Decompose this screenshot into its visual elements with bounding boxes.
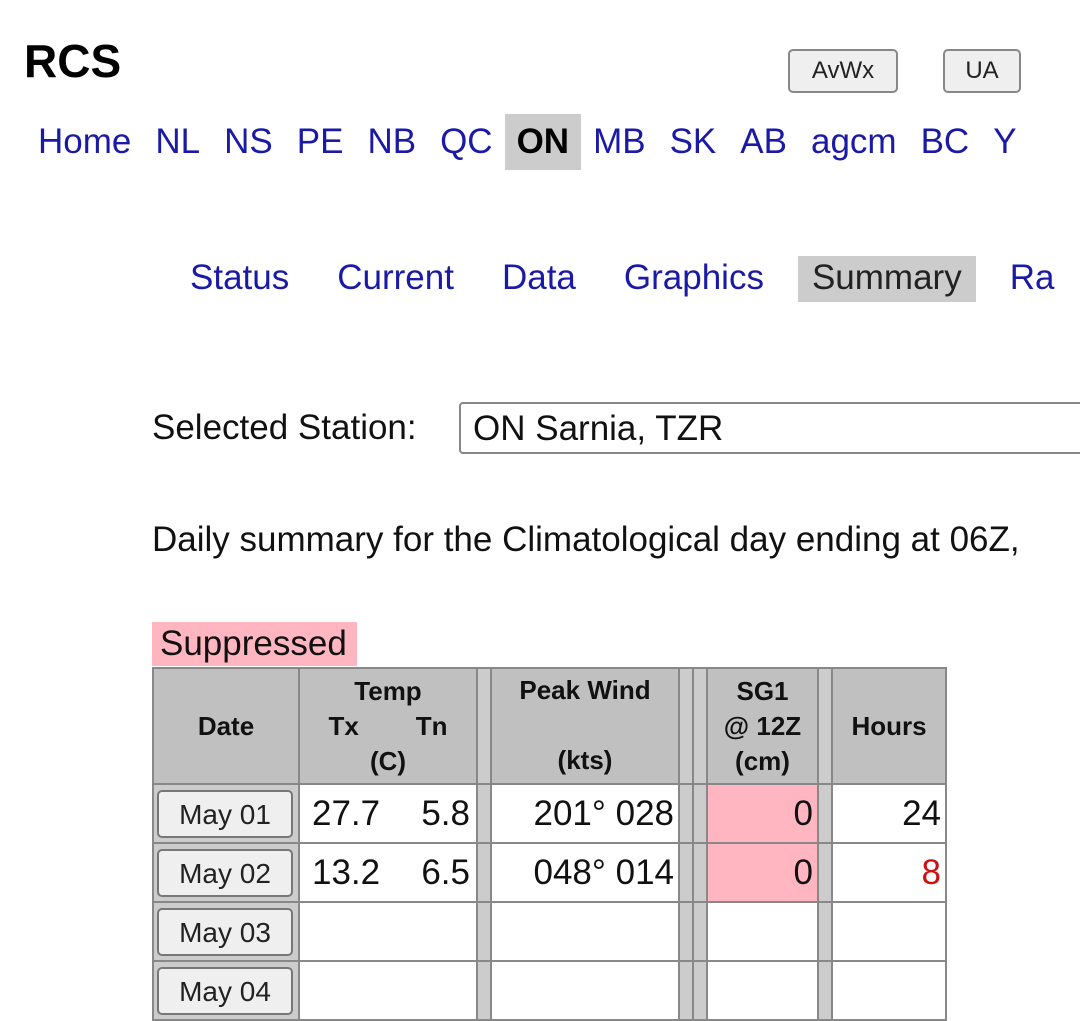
nav-qc[interactable]: QC [428,114,505,170]
nav-nl[interactable]: NL [143,114,212,170]
spacer [678,667,694,785]
summary-description: Daily summary for the Climatological day… [152,520,1020,559]
spacer [476,667,492,785]
date-button[interactable]: May 01 [157,789,293,838]
nav-pe[interactable]: PE [285,114,356,170]
sg1-value: 0 [706,783,819,844]
station-label: Selected Station: [152,408,417,447]
table-row: May 04 [152,960,947,1021]
date-button[interactable]: May 03 [157,907,293,956]
tab-data[interactable]: Data [488,256,590,302]
nav-ns[interactable]: NS [212,114,285,170]
tab-graphics[interactable]: Graphics [610,256,778,302]
header-sg1: SG1 @ 12Z (cm) [706,667,819,785]
province-nav: Home NL NS PE NB QC ON MB SK AB agcm BC Y [26,114,1029,170]
date-button[interactable]: May 02 [157,848,293,897]
temp-cell: 13.2 6.5 [298,842,478,903]
table-header-row: Date Temp Tx Tn (C) Peak Wind (kts) SG1 @… [152,667,947,785]
header-temp-unit: (C) [369,745,407,776]
header-date: Date [152,667,300,785]
summary-table: Date Temp Tx Tn (C) Peak Wind (kts) SG1 @… [152,667,947,1021]
nav-home[interactable]: Home [26,114,143,170]
header-wind: Peak Wind (kts) [490,667,680,785]
nav-agcm[interactable]: agcm [799,114,909,170]
header-wind-label: Peak Wind [519,675,651,705]
wind-value: 048° 014 [490,842,680,903]
nav-mb[interactable]: MB [581,114,658,170]
station-select[interactable]: ON Sarnia, TZR [459,402,1080,454]
date-button[interactable]: May 04 [157,966,293,1015]
suppressed-badge: Suppressed [152,622,357,666]
table-row: May 01 27.7 5.8 201° 028 0 24 [152,783,947,844]
header-sg1-time: @ 12Z [723,710,802,741]
header-temp-label: Temp [354,675,422,706]
ua-button[interactable]: UA [943,49,1021,93]
spacer [692,667,708,785]
nav-on[interactable]: ON [504,114,582,170]
temp-cell: 27.7 5.8 [298,783,478,844]
header-temp: Temp Tx Tn (C) [298,667,478,785]
table-row: May 03 [152,901,947,962]
site-title: RCS [24,35,122,87]
tab-summary[interactable]: Summary [797,256,976,302]
sg1-value: 0 [706,842,819,903]
nav-ab[interactable]: AB [728,114,799,170]
header-tx: Tx [328,710,359,741]
header-sg1-label: SG1 [736,675,789,706]
tab-ra[interactable]: Ra [996,256,1069,302]
hours-value: 8 [831,842,947,903]
header-hours: Hours [831,667,947,785]
nav-bc[interactable]: BC [909,114,982,170]
header-wind-unit: (kts) [557,745,613,775]
section-nav: Status Current Data Graphics Summary Ra [176,256,1080,302]
hours-value: 24 [831,783,947,844]
avwx-button[interactable]: AvWx [788,49,898,93]
tab-current[interactable]: Current [323,256,468,302]
nav-nb[interactable]: NB [355,114,428,170]
wind-value: 201° 028 [490,783,680,844]
header-sg1-unit: (cm) [735,745,790,776]
table-row: May 02 13.2 6.5 048° 014 0 8 [152,842,947,903]
tx-value: 13.2 [312,852,381,892]
tab-status[interactable]: Status [176,256,303,302]
nav-y[interactable]: Y [981,114,1028,170]
nav-sk[interactable]: SK [658,114,729,170]
tn-value: 5.8 [421,793,470,833]
header-tn: Tn [415,710,448,741]
tx-value: 27.7 [312,793,381,833]
spacer [817,667,833,785]
tn-value: 6.5 [421,852,470,892]
